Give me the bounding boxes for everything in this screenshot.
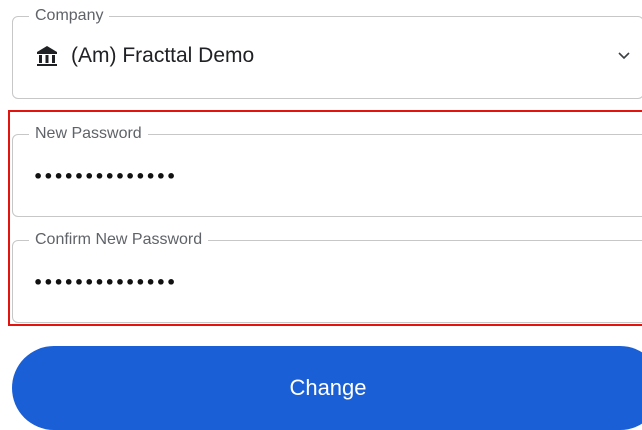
bank-icon: [37, 46, 57, 66]
company-select[interactable]: Company (Am) Fracttal Demo: [12, 7, 642, 99]
chevron-down-icon[interactable]: [617, 51, 631, 61]
confirm-password-input[interactable]: [33, 267, 613, 297]
company-value: (Am) Fracttal Demo: [71, 44, 255, 67]
new-password-field: New Password: [12, 125, 642, 217]
confirm-password-field: Confirm New Password: [12, 231, 642, 323]
change-button[interactable]: Change: [12, 346, 642, 430]
new-password-input[interactable]: [33, 161, 613, 191]
company-label: Company: [29, 7, 110, 25]
company-selected-value: (Am) Fracttal Demo: [35, 43, 254, 69]
confirm-password-label: Confirm New Password: [29, 231, 209, 249]
new-password-label: New Password: [29, 125, 148, 143]
